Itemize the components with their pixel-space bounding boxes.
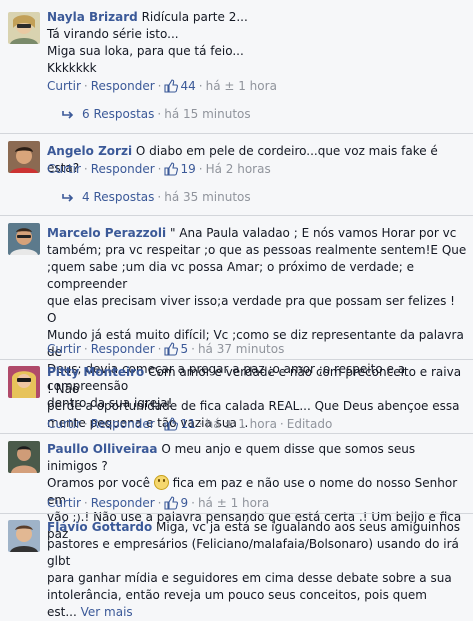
comment-time[interactable]: há ± 1 hora <box>198 496 269 510</box>
avatar[interactable] <box>8 366 40 398</box>
comment-text: Ridícula parte 2... <box>141 10 248 24</box>
like-button[interactable]: Curtir <box>47 342 81 356</box>
comment-text: Oramos por você <box>47 476 150 490</box>
like-button[interactable]: Curtir <box>47 162 81 176</box>
comment-text: Miga, vc ja está se igualando aos seus a… <box>156 520 461 534</box>
view-replies-link[interactable]: 4 Respostas · há 35 minutos <box>62 190 251 204</box>
comment-text: intolerância, então reveja um pouco seus… <box>47 588 427 602</box>
reply-button[interactable]: Responder <box>91 162 155 176</box>
see-more-link[interactable]: Ver mais <box>81 605 133 619</box>
comment-text: que elas precisam viver isso;a verdade p… <box>47 294 455 325</box>
avatar[interactable] <box>8 12 40 44</box>
comment-text: Kkkkkkk <box>47 61 97 75</box>
comment-text: para ganhar mídia e seguidores em cima d… <box>47 571 452 585</box>
reply-button[interactable]: Responder <box>91 496 155 510</box>
comment-text: perde a oportunidade de fica calada REAL… <box>47 399 460 413</box>
comment-text: pastores e empresários (Feliciano/malafa… <box>47 537 459 568</box>
avatar[interactable] <box>8 441 40 473</box>
comment-text: também; pra vc respeitar ;o que as pesso… <box>47 243 467 257</box>
smile-emoticon-icon <box>153 475 169 490</box>
comment-author[interactable]: Nayla Brizard <box>47 10 138 24</box>
comment-text: Miga sua loka, para que tá feio... <box>47 44 244 58</box>
replies-time: há 35 minutos <box>164 190 251 204</box>
like-count[interactable]: 19 <box>180 162 195 176</box>
like-count[interactable]: 5 <box>180 342 188 356</box>
reply-button[interactable]: Responder <box>91 79 155 93</box>
thumbs-up-icon <box>164 496 178 510</box>
reply-arrow-icon <box>62 193 74 203</box>
divider <box>0 433 473 434</box>
replies-time: há 15 minutos <box>164 107 251 121</box>
edited-label[interactable]: Editado <box>287 417 333 431</box>
comment-author[interactable]: Flávio Gottardo <box>47 520 152 534</box>
comment-author[interactable]: Paullo Olliveiraa <box>47 442 158 456</box>
thumbs-up-icon <box>164 162 178 176</box>
like-count[interactable]: 9 <box>180 496 188 510</box>
comment-time[interactable]: há 37 minutos <box>198 342 284 356</box>
comment-author[interactable]: Pitty Monteiro <box>47 365 144 379</box>
comment-text: est... <box>47 605 77 619</box>
reply-arrow-icon <box>62 110 74 120</box>
comment-author[interactable]: Angelo Zorzi <box>47 144 132 158</box>
reply-button[interactable]: Responder <box>91 417 155 431</box>
divider <box>0 513 473 514</box>
replies-count[interactable]: 6 Respostas <box>82 107 154 121</box>
comment-text: " Ana Paula valadao ; E nós vamos Horar … <box>169 226 457 240</box>
like-button[interactable]: Curtir <box>47 417 81 431</box>
divider <box>0 133 473 134</box>
comment-time[interactable]: Há 2 horas <box>206 162 271 176</box>
like-count[interactable]: 44 <box>180 79 195 93</box>
comment-time[interactable]: há ± 1 hora <box>206 79 277 93</box>
avatar[interactable] <box>8 223 40 255</box>
thumbs-up-icon <box>164 79 178 93</box>
reply-button[interactable]: Responder <box>91 342 155 356</box>
like-count[interactable]: 11 <box>180 417 195 431</box>
thumbs-up-icon <box>164 342 178 356</box>
view-replies-link[interactable]: 6 Respostas · há 15 minutos <box>62 107 251 121</box>
comment-author[interactable]: Marcelo Perazzoli <box>47 226 166 240</box>
divider <box>0 359 473 360</box>
like-button[interactable]: Curtir <box>47 79 81 93</box>
comment-text: ;quem sabe ;um dia vc possa Amar; o próx… <box>47 260 414 291</box>
avatar[interactable] <box>8 520 40 552</box>
thumbs-up-icon <box>164 417 178 431</box>
comment-time[interactable]: há ± 1 hora <box>206 417 277 431</box>
divider <box>0 215 473 216</box>
replies-count[interactable]: 4 Respostas <box>82 190 154 204</box>
avatar[interactable] <box>8 141 40 173</box>
like-button[interactable]: Curtir <box>47 496 81 510</box>
comment-text: Tá virando série isto... <box>47 27 179 41</box>
